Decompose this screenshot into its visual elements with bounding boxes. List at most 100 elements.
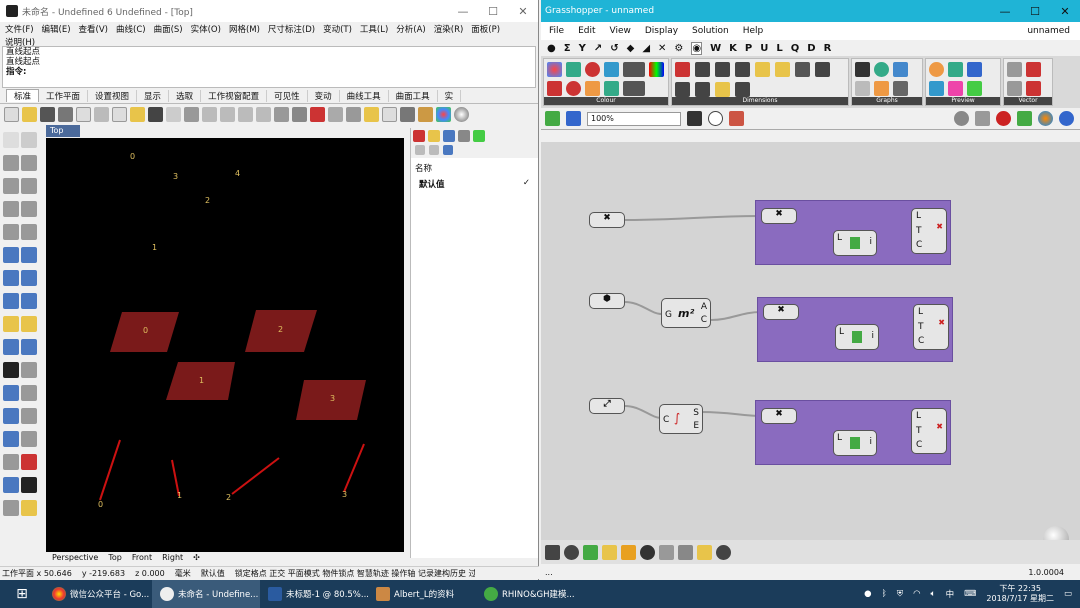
delete-layer-icon[interactable] bbox=[429, 145, 439, 155]
scribble-icon[interactable] bbox=[621, 544, 636, 560]
four-view-icon[interactable] bbox=[292, 106, 307, 122]
grid-icon[interactable] bbox=[3, 454, 19, 470]
tray-icon[interactable]: ● bbox=[864, 589, 871, 599]
zoom-selected-icon[interactable] bbox=[256, 106, 271, 122]
light-tool-icon[interactable] bbox=[21, 316, 37, 332]
taskbar-app[interactable]: RHINO&GH建模... bbox=[476, 580, 584, 608]
mesh-icon[interactable] bbox=[3, 316, 19, 332]
menu-curve[interactable]: 曲线(C) bbox=[116, 23, 146, 35]
cluster-icon[interactable] bbox=[602, 544, 617, 560]
taskbar-app[interactable]: Albert_L的资料 bbox=[368, 580, 476, 608]
triangle-dim-icon[interactable] bbox=[775, 62, 790, 77]
zoom-extents-icon[interactable] bbox=[687, 111, 702, 126]
close-button[interactable]: ✕ bbox=[1050, 5, 1080, 18]
render-icon[interactable] bbox=[454, 106, 469, 122]
ime-indicator[interactable]: 中 bbox=[946, 588, 955, 600]
params-tab-icon[interactable]: ● bbox=[547, 43, 556, 54]
create-material-icon[interactable] bbox=[967, 62, 982, 77]
tab-viewport-layout[interactable]: 工作视窗配置 bbox=[201, 89, 268, 102]
tab-solid[interactable]: 实 bbox=[438, 89, 462, 102]
preview-shaded-icon[interactable] bbox=[975, 111, 990, 126]
lock-icon[interactable] bbox=[400, 106, 415, 122]
mesh-icon[interactable] bbox=[659, 544, 674, 560]
marker-icon[interactable] bbox=[675, 82, 690, 97]
radius-dim-icon[interactable] bbox=[715, 82, 730, 97]
rotate-view-icon[interactable] bbox=[184, 106, 199, 122]
circle-icon[interactable] bbox=[3, 178, 19, 194]
zoom-extents-icon[interactable] bbox=[238, 106, 253, 122]
split-icon[interactable] bbox=[21, 431, 37, 447]
tab-r[interactable]: R bbox=[824, 43, 832, 54]
menu-edit[interactable]: Edit bbox=[578, 26, 595, 36]
tab-l[interactable]: L bbox=[776, 43, 782, 54]
leader-icon[interactable] bbox=[815, 62, 830, 77]
menu-transform[interactable]: 变动(T) bbox=[323, 23, 352, 35]
surface-icon[interactable] bbox=[3, 247, 19, 263]
vector-ex-icon[interactable] bbox=[1026, 62, 1041, 77]
point-list-icon[interactable] bbox=[1007, 81, 1022, 96]
display-tab-icon[interactable]: ◉ bbox=[691, 41, 703, 55]
start-button[interactable]: ⊞ bbox=[0, 580, 44, 608]
tab-display[interactable]: 显示 bbox=[137, 89, 170, 102]
colour-settings-icon[interactable] bbox=[1038, 111, 1053, 126]
tab-setview[interactable]: 设置视图 bbox=[88, 89, 138, 102]
polyline-icon[interactable] bbox=[3, 155, 19, 171]
menu-surface[interactable]: 曲面(S) bbox=[154, 23, 183, 35]
hsl-icon[interactable] bbox=[623, 62, 645, 77]
check-icon[interactable] bbox=[21, 477, 37, 493]
properties-tab-icon[interactable] bbox=[428, 130, 440, 142]
line-dim-icon[interactable] bbox=[735, 82, 750, 97]
move-icon[interactable] bbox=[3, 362, 19, 378]
notification-icon[interactable]: ▭ bbox=[1064, 589, 1072, 599]
vector-tab-icon[interactable]: ↗ bbox=[594, 43, 602, 54]
ellipse-icon[interactable] bbox=[3, 201, 19, 217]
taskbar-app[interactable]: 微信公众平台 - Go... bbox=[44, 580, 152, 608]
surface-tab-icon[interactable]: ◆ bbox=[627, 43, 635, 54]
close-button[interactable]: ✕ bbox=[508, 5, 538, 18]
cplane-icon[interactable] bbox=[310, 106, 325, 122]
join-icon[interactable] bbox=[21, 339, 37, 355]
maximize-button[interactable]: ☐ bbox=[478, 5, 508, 18]
copy-icon[interactable] bbox=[112, 106, 127, 122]
menu-tools[interactable]: 工具(L) bbox=[360, 23, 388, 35]
eye-preview-icon[interactable] bbox=[708, 111, 723, 126]
color-icon[interactable] bbox=[436, 106, 451, 122]
surface-param-component[interactable]: ⬢ bbox=[589, 293, 625, 309]
menu-edit[interactable]: 编辑(E) bbox=[42, 23, 71, 35]
menu-analyze[interactable]: 分析(A) bbox=[396, 23, 425, 35]
viewport-title[interactable]: Top bbox=[46, 125, 80, 137]
tab-q[interactable]: Q bbox=[791, 43, 800, 54]
explode-icon[interactable] bbox=[3, 339, 19, 355]
command-history[interactable]: 直线起点 直线起点 指令: bbox=[2, 46, 536, 88]
brep-param-component[interactable]: ✖ bbox=[589, 212, 625, 228]
taskbar-app[interactable]: 未命名 - Undefine... bbox=[152, 580, 260, 608]
curve-icon[interactable] bbox=[21, 155, 37, 171]
colour-rgb-icon[interactable] bbox=[566, 62, 581, 77]
menu-file[interactable]: File bbox=[549, 26, 564, 36]
text-input-component[interactable]: Li bbox=[833, 230, 877, 256]
clock[interactable]: 下午 22:35 2018/7/17 星期二 bbox=[986, 584, 1054, 604]
tab-cplane[interactable]: 工作平面 bbox=[39, 89, 89, 102]
tab-right[interactable]: Right bbox=[162, 553, 183, 564]
render-tab-icon[interactable] bbox=[443, 130, 455, 142]
sets-tab-icon[interactable]: Y bbox=[579, 43, 586, 54]
tab-u[interactable]: U bbox=[760, 43, 768, 54]
paste-icon[interactable] bbox=[130, 106, 145, 122]
menu-view[interactable]: View bbox=[610, 26, 631, 36]
cut-icon[interactable] bbox=[94, 106, 109, 122]
open-icon[interactable] bbox=[22, 106, 37, 122]
polygon-icon[interactable] bbox=[3, 224, 19, 240]
preview-selected-icon[interactable] bbox=[996, 111, 1011, 126]
add-tab-icon[interactable]: ✣ bbox=[193, 553, 200, 564]
array-icon[interactable] bbox=[21, 408, 37, 424]
tab-k[interactable]: K bbox=[729, 43, 737, 54]
menu-file[interactable]: 文件(F) bbox=[5, 23, 34, 35]
filter-icon[interactable] bbox=[443, 145, 453, 155]
display-tab-icon[interactable] bbox=[458, 130, 470, 142]
select-icon[interactable] bbox=[346, 106, 361, 122]
menu-render[interactable]: 渲染(R) bbox=[434, 23, 464, 35]
menu-help[interactable]: Help bbox=[743, 26, 764, 36]
aligned-dim-icon[interactable] bbox=[715, 62, 730, 77]
osnap-icon[interactable] bbox=[328, 106, 343, 122]
colour-lab-icon[interactable] bbox=[604, 62, 619, 77]
